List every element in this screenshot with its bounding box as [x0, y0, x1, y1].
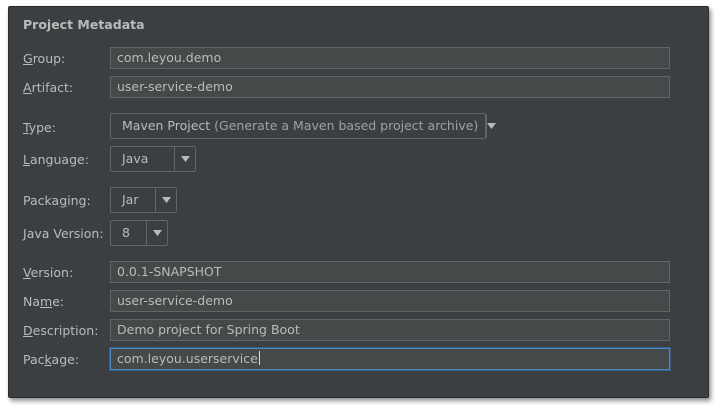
package-label-pre: Pac: [23, 352, 45, 367]
version-field[interactable]: 0.0.1-SNAPSHOT: [110, 261, 670, 283]
language-label: Language:: [23, 152, 89, 167]
package-label-mnemonic: k: [44, 352, 52, 367]
language-dropdown-button[interactable]: [174, 147, 195, 171]
package-field-value: com.leyou.userservice: [117, 351, 258, 366]
artifact-label: Artifact:: [23, 80, 73, 95]
java-version-select-value: 8: [122, 225, 130, 240]
packaging-label: Packaging:: [23, 193, 91, 208]
type-select[interactable]: Maven Project (Generate a Maven based pr…: [110, 113, 497, 139]
java-version-select[interactable]: 8: [110, 220, 168, 246]
type-label: Type:: [23, 120, 56, 135]
language-label-mnemonic: L: [23, 152, 30, 167]
description-field[interactable]: Demo project for Spring Boot: [110, 319, 670, 341]
name-label-text: e:: [52, 294, 65, 309]
packaging-dropdown-button[interactable]: [155, 188, 176, 212]
project-metadata-panel: Project Metadata Group: com.leyou.demo A…: [8, 6, 709, 398]
java-version-dropdown-button[interactable]: [146, 221, 167, 245]
version-label-text: ersion:: [30, 265, 74, 280]
name-label-pre: Na: [23, 294, 41, 309]
packaging-label-mnemonic: g: [59, 193, 68, 208]
description-label: Description:: [23, 323, 98, 338]
section-title: Project Metadata: [23, 17, 145, 32]
artifact-field[interactable]: user-service-demo: [110, 76, 670, 98]
packaging-label-text: ing:: [67, 193, 91, 208]
chevron-down-icon: [161, 197, 171, 203]
artifact-label-text: rtifact:: [31, 80, 74, 95]
chevron-down-icon: [152, 230, 162, 236]
text-caret: [258, 351, 260, 365]
chevron-down-icon: [180, 156, 190, 162]
type-dropdown-button[interactable]: [486, 114, 497, 138]
java-version-label-text: ava Version:: [26, 226, 104, 241]
group-label: Group:: [23, 51, 65, 66]
version-label-mnemonic: V: [23, 265, 31, 280]
java-version-label: Java Version:: [23, 226, 104, 241]
name-label: Name:: [23, 294, 64, 309]
type-label-text: ype:: [28, 120, 56, 135]
language-select[interactable]: Java: [110, 146, 196, 172]
language-select-value: Java: [122, 151, 149, 166]
group-field[interactable]: com.leyou.demo: [110, 47, 670, 69]
packaging-select-value: Jar: [122, 192, 139, 207]
package-label: Package:: [23, 352, 79, 367]
packaging-select[interactable]: Jar: [110, 187, 177, 213]
group-label-mnemonic: G: [23, 51, 33, 66]
type-select-value: Maven Project: [122, 118, 211, 133]
version-label: Version:: [23, 265, 73, 280]
description-label-text: escription:: [32, 323, 99, 338]
package-field[interactable]: com.leyou.userservice: [110, 348, 670, 370]
group-label-text: roup:: [32, 51, 66, 66]
name-label-mnemonic: m: [40, 294, 53, 309]
packaging-label-pre: Packa: [23, 193, 60, 208]
package-label-text: age:: [51, 352, 80, 367]
chevron-down-icon: [487, 123, 497, 129]
language-label-text: anguage:: [29, 152, 89, 167]
name-field[interactable]: user-service-demo: [110, 290, 670, 312]
type-select-description: (Generate a Maven based project archive): [210, 118, 479, 133]
description-label-mnemonic: D: [23, 323, 33, 338]
artifact-label-mnemonic: A: [23, 80, 32, 95]
